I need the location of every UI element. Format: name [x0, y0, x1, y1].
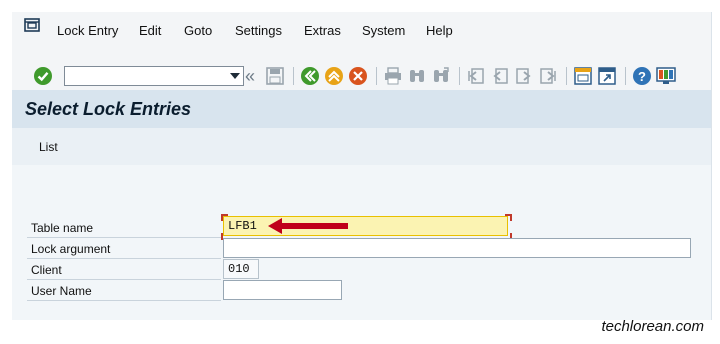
exit-icon[interactable]: [323, 65, 345, 87]
watermark: techlorean.com: [601, 318, 704, 335]
menu-bar: Lock Entry Edit Goto Settings Extras Sys…: [12, 12, 711, 50]
divider: [27, 300, 221, 301]
table-name-value: LFB1: [228, 219, 257, 233]
menu-system[interactable]: System: [362, 23, 405, 38]
lock-argument-label: Lock argument: [31, 242, 111, 256]
screen-title-bar: Select Lock Entries: [12, 90, 711, 128]
divider: [27, 279, 221, 280]
client-field[interactable]: 010: [223, 259, 259, 279]
system-menu-icon[interactable]: [24, 18, 40, 32]
separator: [293, 67, 294, 85]
user-name-label: User Name: [31, 284, 92, 298]
field-corner-marker: [505, 214, 512, 221]
print-icon[interactable]: [382, 65, 404, 87]
client-label: Client: [31, 263, 62, 277]
field-corner-marker: [221, 214, 228, 221]
separator: [459, 67, 460, 85]
previous-page-icon[interactable]: [489, 65, 511, 87]
divider: [27, 258, 221, 259]
separator: [625, 67, 626, 85]
next-page-icon[interactable]: [513, 65, 535, 87]
back-double-icon[interactable]: «: [239, 65, 261, 87]
shortcut-icon[interactable]: [596, 65, 618, 87]
create-session-icon[interactable]: [572, 65, 594, 87]
menu-settings[interactable]: Settings: [235, 23, 282, 38]
page-title: Select Lock Entries: [25, 99, 192, 119]
client-value: 010: [228, 262, 250, 276]
save-icon[interactable]: [264, 65, 286, 87]
first-page-icon[interactable]: [465, 65, 487, 87]
red-arrow-icon: [268, 218, 348, 234]
menu-help[interactable]: Help: [426, 23, 453, 38]
user-name-field[interactable]: [223, 280, 342, 300]
help-icon[interactable]: ?: [631, 65, 653, 87]
standard-toolbar: « ?: [12, 50, 711, 90]
divider: [27, 237, 221, 238]
list-button[interactable]: List: [39, 140, 58, 154]
customize-layout-icon[interactable]: [655, 65, 677, 87]
separator: [566, 67, 567, 85]
find-next-icon[interactable]: [430, 65, 452, 87]
enter-icon[interactable]: [32, 65, 54, 87]
back-icon[interactable]: [299, 65, 321, 87]
find-icon[interactable]: [406, 65, 428, 87]
menu-goto[interactable]: Goto: [184, 23, 212, 38]
application-toolbar: List: [12, 128, 711, 165]
svg-text:?: ?: [638, 69, 646, 84]
lock-argument-field[interactable]: [223, 238, 691, 258]
menu-edit[interactable]: Edit: [139, 23, 161, 38]
separator: [376, 67, 377, 85]
last-page-icon[interactable]: [537, 65, 559, 87]
menu-extras[interactable]: Extras: [304, 23, 341, 38]
cancel-icon[interactable]: [347, 65, 369, 87]
menu-lock-entry[interactable]: Lock Entry: [57, 23, 118, 38]
table-name-field[interactable]: LFB1: [223, 216, 508, 236]
command-field[interactable]: [64, 66, 244, 86]
table-name-label: Table name: [31, 221, 94, 235]
